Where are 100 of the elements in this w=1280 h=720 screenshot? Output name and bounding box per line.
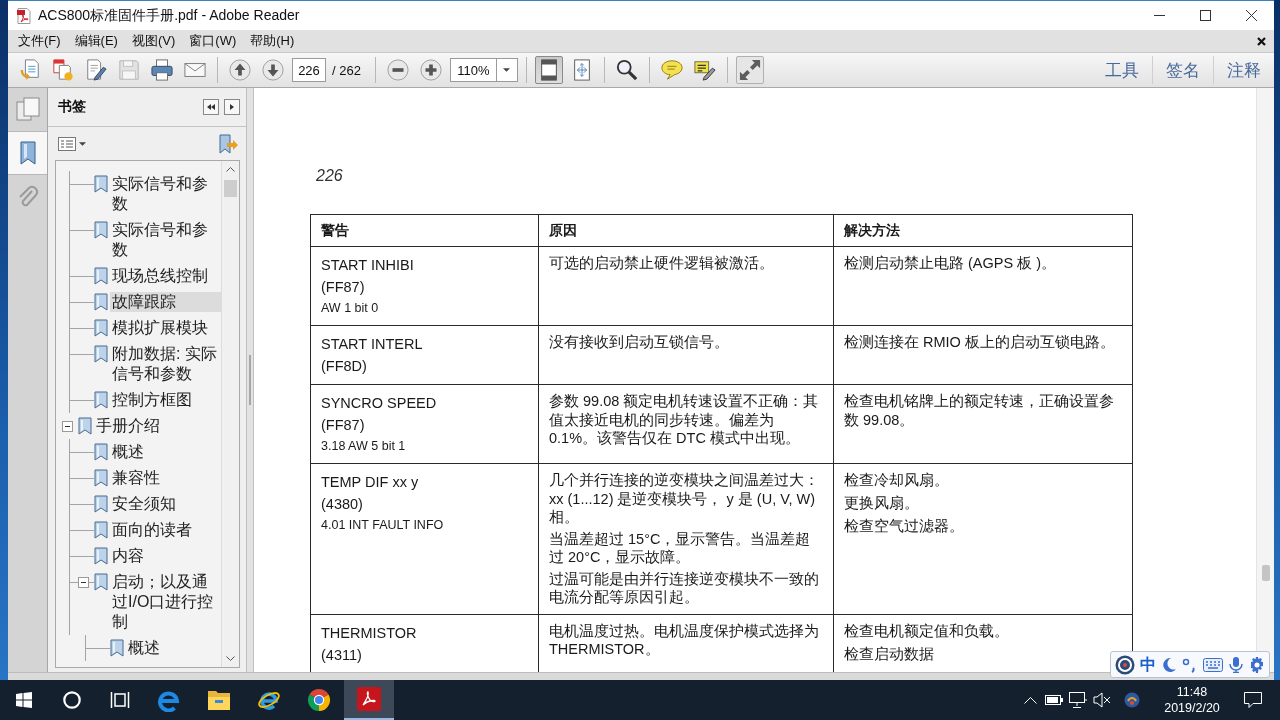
menu-item[interactable]: 窗口(W): [182, 30, 244, 52]
warning-code: (4380): [321, 495, 363, 514]
bookmark-item[interactable]: 现场总线控制: [110, 266, 221, 286]
print-button[interactable]: [148, 56, 176, 84]
scrollbar-thumb[interactable]: [224, 180, 237, 197]
round-logo-icon: [307, 688, 331, 712]
bookmark-item[interactable]: 故障跟踪: [110, 292, 221, 312]
save-icon: [118, 59, 140, 81]
zoom-field[interactable]: 110%: [449, 58, 496, 82]
bookmark-item[interactable]: 启动；以及通过I/O口进行控制: [110, 572, 221, 632]
options-button[interactable]: [58, 136, 86, 151]
pane-button[interactable]: 注释: [1214, 58, 1274, 82]
network-icon[interactable]: [1069, 692, 1087, 708]
warning-name: TEMP DIF xx y: [321, 473, 419, 492]
note-pencil-icon: [693, 59, 716, 81]
warning-code: (FF87): [321, 278, 365, 297]
ime-logo-icon[interactable]: [1115, 654, 1135, 675]
menu-item[interactable]: 编辑(E): [67, 30, 125, 52]
bookmark-item[interactable]: 概述: [110, 442, 221, 462]
minus-box-icon[interactable]: [62, 420, 73, 432]
warning-name: THERMISTOR: [321, 623, 417, 643]
settings-icon[interactable]: [1249, 656, 1265, 673]
menu-item[interactable]: 帮助(H): [243, 30, 302, 52]
punctuation-icon[interactable]: [1182, 656, 1198, 673]
bookmark-item[interactable]: 控制方框图: [110, 390, 221, 410]
page-number-field[interactable]: 226: [292, 58, 326, 82]
minus-box-icon[interactable]: [78, 576, 89, 588]
bookmark-item[interactable]: 安全须知: [110, 494, 221, 514]
document-arrow-icon: [19, 59, 41, 81]
minimize-icon: [1153, 15, 1165, 16]
input-method-icon[interactable]: [1124, 692, 1140, 708]
bookmark-icon: [94, 221, 108, 239]
scrollbar[interactable]: [221, 161, 239, 667]
bookmark-icon: [94, 521, 108, 539]
battery-icon[interactable]: [1045, 695, 1063, 705]
scrollbar[interactable]: [1256, 88, 1274, 672]
close-icon: [1245, 10, 1257, 21]
menu-item[interactable]: 文件(F): [11, 30, 68, 52]
column-header: 解决方法: [844, 222, 900, 238]
zoom-dropdown-button[interactable]: [495, 58, 518, 82]
clock-date[interactable]: 2019/2/20: [1164, 700, 1220, 716]
collapse-panel-button[interactable]: [203, 99, 219, 115]
bookmarks-panel-button[interactable]: [8, 131, 47, 175]
next-page-button[interactable]: [259, 56, 287, 84]
bookmark-item[interactable]: 兼容性: [110, 468, 221, 488]
panel-title: 书签: [58, 98, 86, 116]
warning-code: (4311): [321, 645, 362, 665]
scrollbar-thumb[interactable]: [1261, 565, 1270, 581]
bookmark-icon: [94, 319, 108, 337]
bookmark-item[interactable]: 实际信号和参数: [110, 220, 221, 260]
notification-icon[interactable]: [1244, 692, 1262, 708]
cause-text: 过温可能是由并行连接逆变模块不一致的电流分配等原因引起。: [549, 569, 819, 607]
bookmark-item[interactable]: 面向的读者: [110, 520, 221, 540]
menu-item[interactable]: 视图(V): [124, 30, 183, 52]
find-bookmark-button[interactable]: [218, 133, 238, 154]
bookmark-icon: [94, 391, 108, 409]
close-document-button[interactable]: [1257, 36, 1266, 46]
list-options-icon: [58, 136, 76, 151]
input-mode-label[interactable]: 中: [1140, 655, 1156, 674]
warning-code: (FF87): [321, 416, 365, 435]
circle-icon: [63, 691, 81, 709]
bookmark-item[interactable]: 内容: [110, 546, 221, 566]
muted-speaker-icon[interactable]: [1093, 692, 1111, 708]
documents-icon: [52, 59, 74, 81]
bookmark-icon: [94, 175, 108, 193]
bookmark-icon: [94, 293, 108, 311]
microphone-icon[interactable]: [1228, 656, 1244, 673]
remedy-text: 检查电机额定值和负载。: [844, 621, 1010, 640]
task-view-icon: [110, 691, 130, 709]
folder-icon: [207, 688, 231, 712]
remedy-text: 更换风扇。: [844, 494, 920, 513]
warning-name: START INHIBI: [321, 256, 414, 275]
previous-page-button[interactable]: [226, 56, 254, 84]
chevron-up-icon[interactable]: [1023, 696, 1037, 704]
keyboard-icon[interactable]: [1203, 657, 1223, 672]
close-icon: [1257, 36, 1266, 46]
column-header: 警告: [321, 222, 349, 238]
remedy-text: 检查启动数据: [844, 644, 935, 663]
expand-panel-button[interactable]: [224, 99, 240, 115]
bookmark-item[interactable]: 实际信号和参数: [110, 174, 221, 214]
cause-text: 可选的启动禁止硬件逻辑被激活。: [549, 254, 775, 273]
crescent-icon[interactable]: [1161, 656, 1177, 673]
fit-page-button[interactable]: [534, 56, 563, 84]
warning-name: SYNCRO SPEED: [321, 394, 437, 413]
pane-button[interactable]: 工具: [1092, 58, 1152, 82]
cause-text: 几个并行连接的逆变模块之间温差过大：xx (1...12) 是逆变模块号， y 是 (U, V, W) 相。: [549, 471, 819, 527]
parameter-note: AW 1 bit 0: [321, 300, 379, 317]
bookmark-item[interactable]: 手册介绍: [94, 416, 221, 436]
bookmark-item[interactable]: 附加数据: 实际信号和参数: [110, 344, 221, 384]
bookmark-item[interactable]: 概述: [126, 638, 221, 658]
pane-button[interactable]: 签名: [1153, 58, 1213, 82]
scroll-up-icon: [226, 167, 235, 172]
clock-time[interactable]: 11:48: [1176, 684, 1208, 700]
bookmark-item[interactable]: 模拟扩展模块: [110, 318, 221, 338]
double-caret-left-icon: [207, 104, 215, 110]
parameter-note: 4.01 INT FAULT INFO: [321, 517, 444, 534]
cause-text: 没有接收到启动互锁信号。: [549, 333, 730, 352]
full-screen-button[interactable]: [735, 56, 764, 84]
bookmark-icon: [94, 267, 108, 285]
bookmark-icon: [94, 547, 108, 565]
